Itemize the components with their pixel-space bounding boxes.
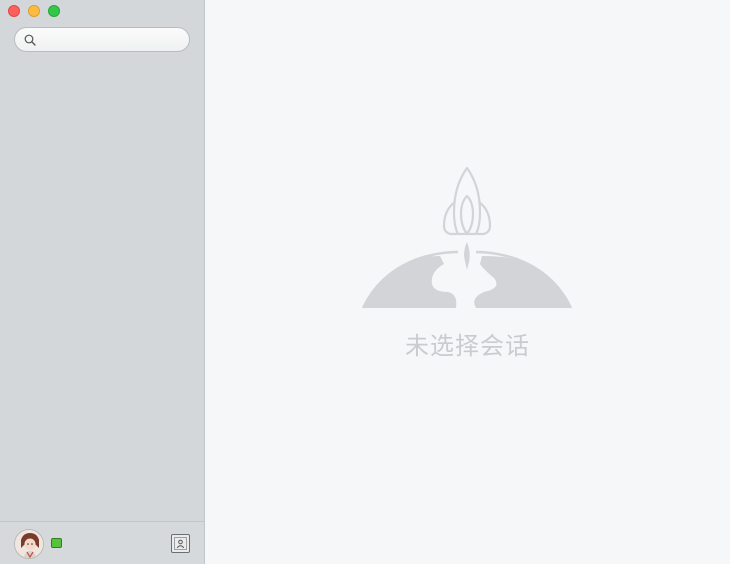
contacts-button[interactable] [171, 534, 190, 553]
window-controls [8, 5, 60, 17]
zoom-window-button[interactable] [48, 5, 60, 17]
search-input[interactable] [41, 29, 181, 50]
chat-area: 未选择会话 [205, 0, 730, 564]
user-avatar[interactable] [14, 529, 44, 559]
conversation-list[interactable] [0, 60, 204, 520]
sidebar-footer [0, 521, 204, 564]
empty-state-message: 未选择会话 [405, 332, 530, 360]
app-window: 未选择会话 [0, 0, 730, 564]
close-window-button[interactable] [8, 5, 20, 17]
online-status-badge [51, 538, 62, 548]
rocket-over-globe-icon [361, 166, 573, 309]
contacts-icon [174, 537, 187, 550]
search-box[interactable] [14, 27, 190, 52]
minimize-window-button[interactable] [28, 5, 40, 17]
sidebar [0, 0, 205, 564]
search-icon [24, 34, 36, 46]
empty-state: 未选择会话 [360, 160, 575, 360]
